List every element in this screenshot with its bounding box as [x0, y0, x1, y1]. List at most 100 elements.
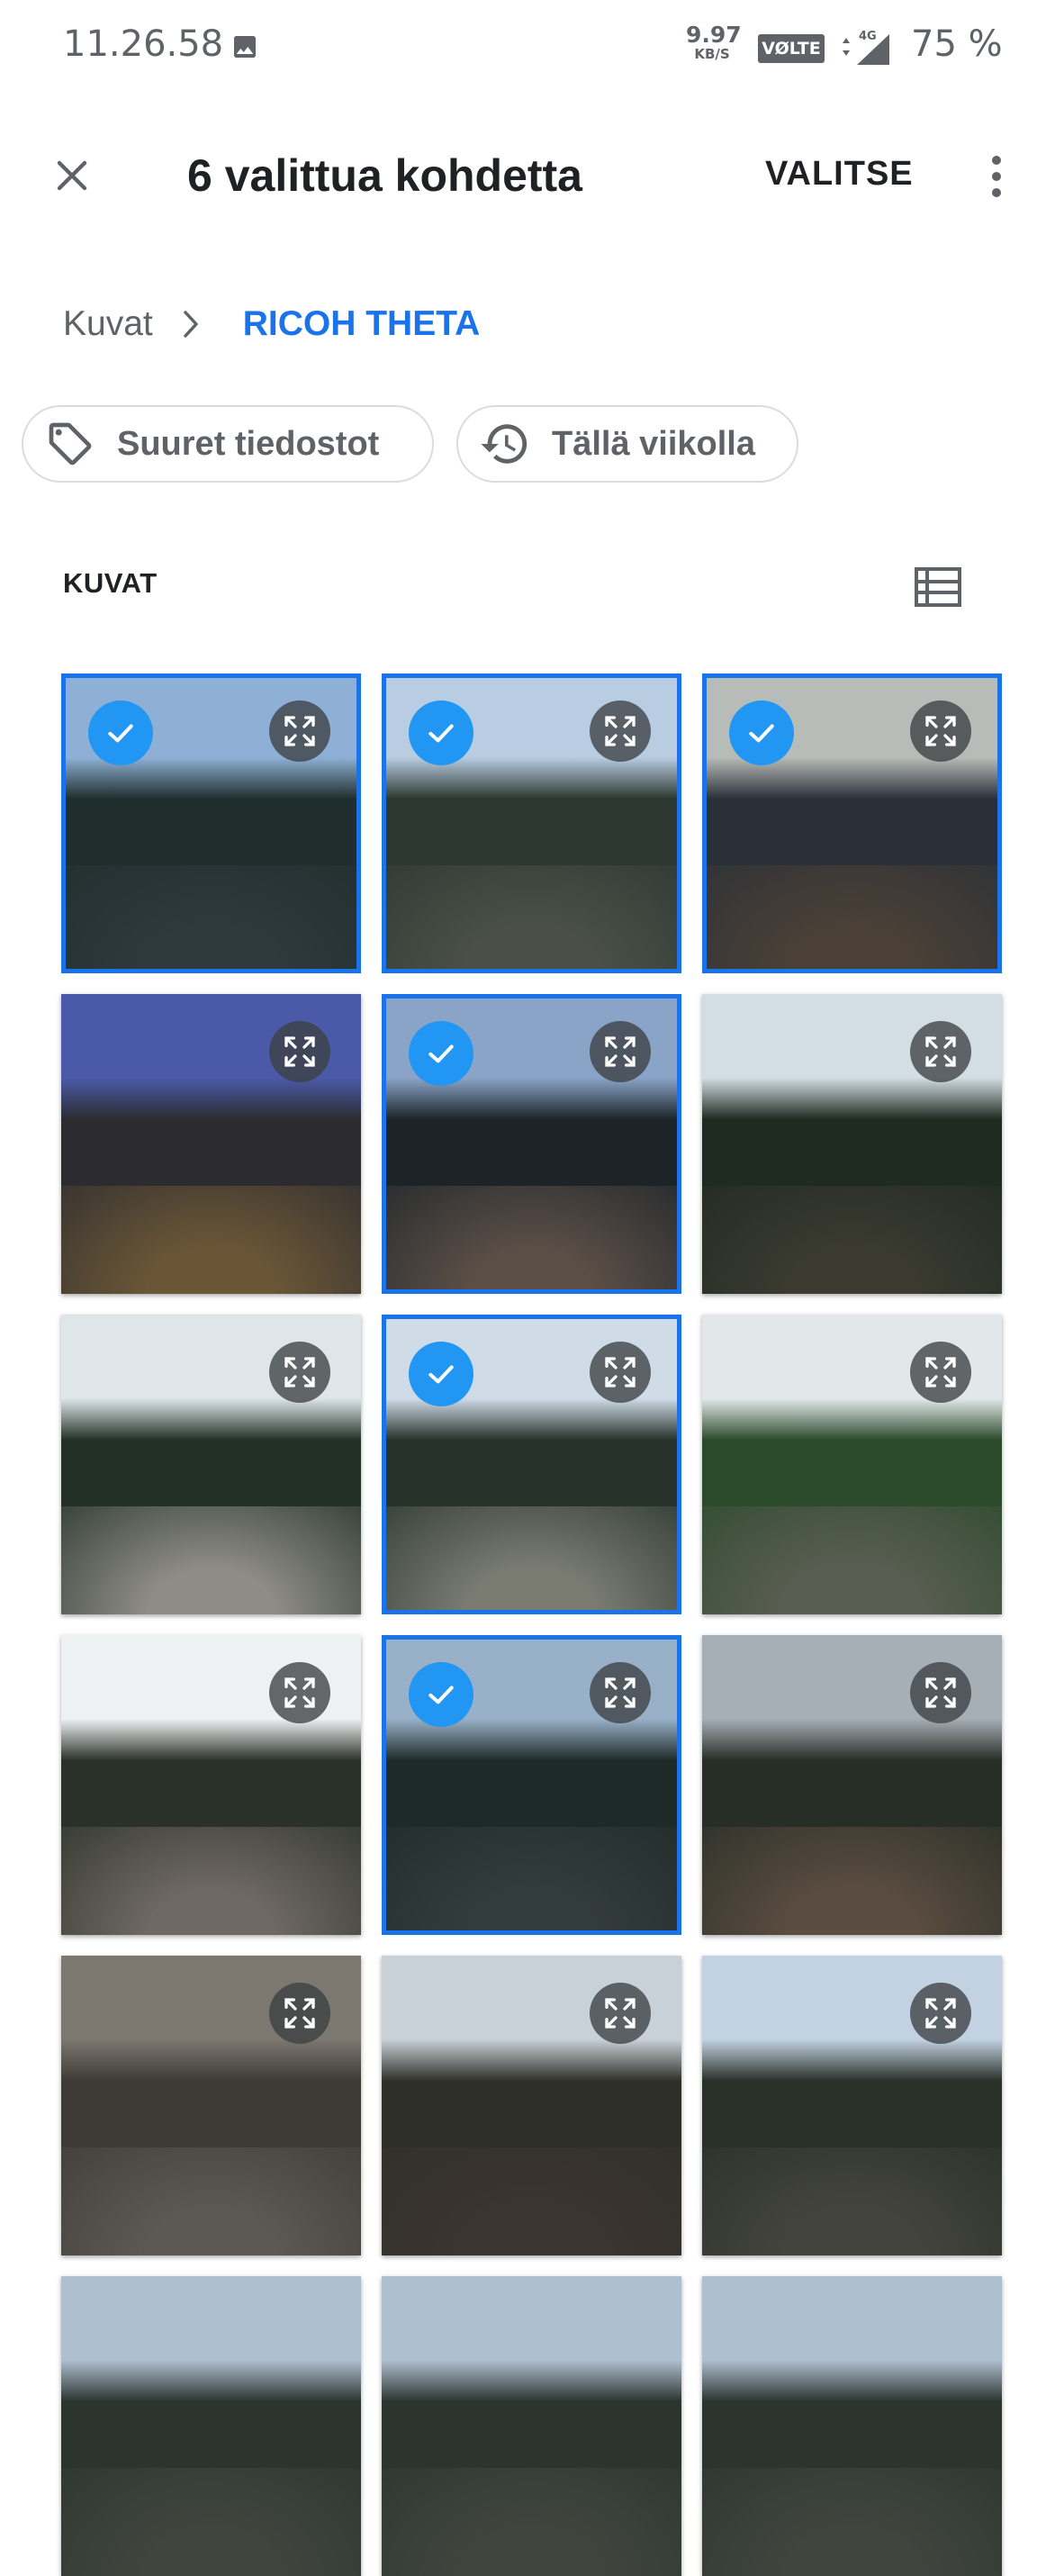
expand-icon[interactable] — [910, 1983, 971, 2044]
thumbnail-trees — [382, 1398, 681, 1519]
thumbnail-trees — [382, 2360, 681, 2481]
thumbnail-trees — [702, 1398, 1002, 1519]
thumbnail-trees — [702, 757, 1002, 878]
signal-icon: 4G — [843, 30, 889, 65]
photo-thumbnail[interactable] — [382, 1635, 681, 1935]
thumbnail-ground — [702, 1827, 1002, 1935]
thumbnail-ground — [382, 1506, 681, 1614]
chip-large-files[interactable]: Suuret tiedostot — [22, 405, 434, 483]
thumbnail-trees — [382, 757, 681, 878]
chip-label: Suuret tiedostot — [117, 424, 380, 463]
expand-icon[interactable] — [590, 700, 651, 762]
photo-thumbnail[interactable] — [702, 1956, 1002, 2255]
network-speed-value: 9.97 — [686, 22, 742, 48]
close-icon — [57, 160, 87, 191]
photo-thumbnail[interactable] — [382, 2276, 681, 2576]
check-circle-icon[interactable] — [88, 700, 153, 765]
photo-thumbnail[interactable] — [382, 673, 681, 973]
selection-title: 6 valittua kohdetta — [187, 150, 582, 201]
check-circle-icon[interactable] — [729, 700, 794, 765]
photo-thumbnail[interactable] — [61, 1956, 361, 2255]
status-time: 11.26.58 — [63, 23, 224, 65]
history-icon — [476, 415, 534, 473]
thumbnail-trees — [702, 1719, 1002, 1839]
thumbnail-trees — [61, 757, 361, 878]
expand-icon[interactable] — [590, 1021, 651, 1082]
thumbnail-ground — [382, 1827, 681, 1935]
thumbnail-ground — [382, 2147, 681, 2255]
photo-thumbnail[interactable] — [61, 1635, 361, 1935]
photo-thumbnail[interactable] — [382, 994, 681, 1294]
thumbnail-ground — [702, 2468, 1002, 2576]
expand-icon[interactable] — [269, 1342, 330, 1403]
breadcrumb-root[interactable]: Kuvat — [63, 304, 153, 344]
expand-icon[interactable] — [910, 1021, 971, 1082]
thumbnail-ground — [702, 2147, 1002, 2255]
photo-thumbnail[interactable] — [702, 1315, 1002, 1614]
network-speed: 9.97 KB/S — [686, 22, 742, 62]
check-circle-icon[interactable] — [409, 1342, 473, 1406]
photo-thumbnail[interactable] — [382, 1956, 681, 2255]
thumbnail-ground — [702, 1186, 1002, 1294]
expand-icon[interactable] — [269, 1662, 330, 1723]
thumbnail-ground — [702, 865, 1002, 973]
network-speed-unit: KB/S — [694, 46, 730, 62]
expand-icon[interactable] — [590, 1983, 651, 2044]
thumbnail-trees — [382, 1078, 681, 1198]
thumbnail-trees — [61, 2039, 361, 2160]
photo-thumbnail[interactable] — [61, 673, 361, 973]
tag-icon — [41, 415, 99, 473]
chevron-right-icon — [182, 306, 209, 342]
thumbnail-trees — [61, 1719, 361, 1839]
photo-thumbnail[interactable] — [702, 994, 1002, 1294]
breadcrumb-current[interactable]: RICOH THETA — [243, 304, 481, 344]
image-icon — [234, 36, 256, 58]
thumbnail-trees — [702, 2039, 1002, 2160]
check-circle-icon[interactable] — [409, 700, 473, 765]
photo-thumbnail[interactable] — [61, 994, 361, 1294]
breadcrumb: Kuvat RICOH THETA — [63, 299, 480, 349]
list-view-icon — [915, 567, 961, 607]
chip-label: Tällä viikolla — [552, 424, 755, 463]
thumbnail-ground — [61, 865, 361, 973]
photo-thumbnail[interactable] — [61, 1315, 361, 1614]
close-button[interactable] — [36, 140, 108, 212]
thumbnail-ground — [61, 1186, 361, 1294]
photo-thumbnail[interactable] — [702, 2276, 1002, 2576]
volte-badge: VØLTE — [758, 34, 825, 63]
select-button[interactable]: VALITSE — [765, 155, 914, 194]
thumbnail-trees — [61, 1078, 361, 1198]
expand-icon[interactable] — [910, 1662, 971, 1723]
thumbnail-ground — [61, 2468, 361, 2576]
expand-icon[interactable] — [590, 1662, 651, 1723]
thumbnail-ground — [61, 1827, 361, 1935]
thumbnail-ground — [382, 2468, 681, 2576]
thumbnail-trees — [61, 1398, 361, 1519]
more-vert-icon — [992, 156, 1001, 197]
photo-thumbnail[interactable] — [702, 673, 1002, 973]
thumbnail-ground — [61, 1506, 361, 1614]
thumbnail-trees — [702, 1078, 1002, 1198]
photo-thumbnail[interactable] — [61, 2276, 361, 2576]
check-circle-icon[interactable] — [409, 1021, 473, 1086]
thumbnail-trees — [382, 1719, 681, 1839]
thumbnail-trees — [61, 2360, 361, 2481]
battery-level: 75 % — [911, 23, 1003, 65]
expand-icon[interactable] — [269, 1021, 330, 1082]
check-circle-icon[interactable] — [409, 1662, 473, 1727]
expand-icon[interactable] — [910, 700, 971, 762]
list-view-button[interactable] — [909, 558, 967, 616]
more-options-button[interactable] — [974, 144, 1019, 209]
section-label: KUVAT — [63, 567, 158, 599]
expand-icon[interactable] — [269, 700, 330, 762]
expand-icon[interactable] — [269, 1983, 330, 2044]
photo-thumbnail[interactable] — [702, 1635, 1002, 1935]
thumbnail-trees — [702, 2360, 1002, 2481]
expand-icon[interactable] — [590, 1342, 651, 1403]
network-type: 4G — [859, 30, 877, 43]
thumbnail-ground — [382, 865, 681, 973]
photo-thumbnail[interactable] — [382, 1315, 681, 1614]
chip-this-week[interactable]: Tällä viikolla — [456, 405, 798, 483]
thumbnail-ground — [61, 2147, 361, 2255]
expand-icon[interactable] — [910, 1342, 971, 1403]
